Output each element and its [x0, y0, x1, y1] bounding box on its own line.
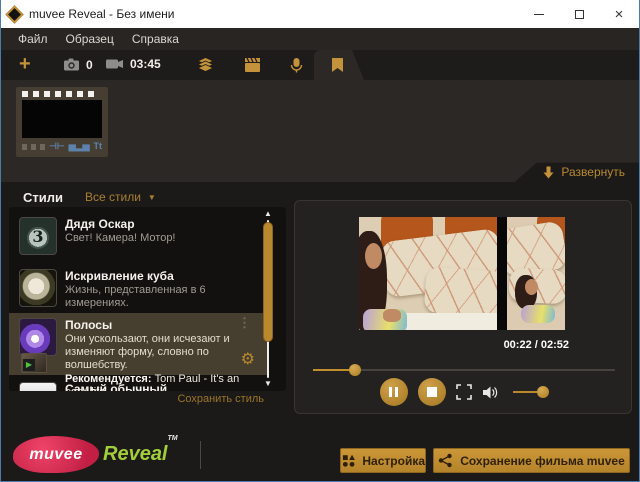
music-icon: ▅▂▅ [69, 142, 90, 151]
styles-filter-label: Все стили [85, 190, 141, 204]
footer-divider [200, 441, 201, 469]
fullscreen-icon[interactable] [456, 384, 472, 400]
logo-tm: TM [168, 435, 178, 442]
settings-button-label: Настройка [362, 454, 425, 468]
save-style-link[interactable]: Сохранить стиль [9, 393, 264, 405]
film-sprockets [22, 91, 102, 97]
window-controls: × [519, 0, 639, 28]
muvee-logo-blob: muvee [13, 436, 99, 473]
scroll-up-icon[interactable]: ▲ [262, 210, 274, 218]
clip-badges: ⊣⊢ ▅▂▅ Tt [22, 142, 102, 151]
pause-icon [389, 387, 398, 397]
style-name: Самый обычный [65, 382, 259, 391]
menu-help[interactable]: Справка [123, 29, 188, 49]
minimize-button[interactable] [519, 0, 559, 28]
save-movie-button[interactable]: Сохранение фильма muvee [433, 448, 630, 473]
playback-time: 00:22 / 02:52 [504, 339, 569, 351]
app-window: muvee Reveal - Без имени × Файл Образец … [0, 0, 640, 482]
video-frame-right [507, 217, 565, 330]
styles-list: Дядя Оскар Свет! Камера! Мотор! Искривле… [9, 207, 286, 391]
add-media-button[interactable]: + [19, 53, 31, 75]
style-desc: Они ускользают, они исчезают и изменяют … [65, 333, 259, 372]
titles-icon: Tt [94, 142, 103, 151]
video-duration: 03:45 [130, 57, 161, 71]
seek-fill [313, 369, 355, 371]
stripe-divider [497, 217, 507, 330]
brand-logo: muvee RevealTM [13, 436, 201, 473]
app-logo-icon [5, 5, 23, 23]
video-preview[interactable] [359, 217, 565, 330]
close-button[interactable]: × [599, 0, 639, 28]
item-menu-dots-icon[interactable]: ⋮ [238, 317, 251, 328]
chevron-down-icon: ▼ [148, 193, 156, 202]
close-icon: × [615, 7, 624, 22]
clapperboard-tab[interactable] [244, 57, 261, 74]
film-frame [22, 100, 102, 138]
maximize-icon [575, 10, 584, 19]
seek-knob[interactable] [349, 364, 361, 376]
style-thumbnail-stripes [19, 318, 57, 356]
expand-label: Развернуть [561, 165, 625, 179]
styles-header: Стили Все стили ▼ [1, 187, 156, 207]
microphone-tab[interactable] [288, 57, 305, 74]
minimize-icon [534, 14, 544, 15]
logo-reveal-text: RevealTM [103, 443, 178, 466]
video-camera-icon [105, 57, 124, 71]
styles-layers-tab[interactable] [197, 57, 214, 74]
styles-title: Стили [23, 190, 63, 205]
style-name: Полосы [65, 318, 259, 333]
trim-icon: ⊣⊢ [49, 142, 65, 151]
seek-slider[interactable] [313, 364, 615, 376]
volume-slider[interactable] [513, 386, 547, 398]
stop-icon [427, 387, 437, 397]
volume-knob[interactable] [537, 386, 549, 398]
play-icon[interactable]: ▶ [23, 359, 35, 371]
title-bar: muvee Reveal - Без имени × [1, 0, 639, 28]
styles-scrollbar[interactable]: ▲ ▼ [262, 210, 274, 388]
style-thumbnail-cube [19, 269, 57, 307]
video-frame-left [359, 217, 497, 330]
customize-shapes-icon [341, 453, 355, 468]
style-thumbnail-plain [19, 382, 57, 391]
menu-sample[interactable]: Образец [57, 29, 123, 49]
expand-link[interactable]: Развернуть [543, 165, 625, 179]
media-tab-bar: + 0 03:45 [1, 50, 639, 80]
style-name: Дядя Оскар [65, 217, 259, 232]
style-desc: Жизнь, представленная в 6 измерениях. [65, 284, 259, 310]
style-settings-gear-icon[interactable]: ⚙ [241, 351, 255, 367]
style-desc: Свет! Камера! Мотор! [65, 232, 259, 245]
maximize-button[interactable] [559, 0, 599, 28]
styles-filter-dropdown[interactable]: Все стили ▼ [85, 190, 156, 204]
bookmark-tab[interactable] [329, 57, 346, 74]
style-item-cube[interactable]: Искривление куба Жизнь, представленная в… [9, 264, 267, 315]
volume-icon[interactable] [482, 385, 499, 400]
photo-camera-icon [63, 57, 80, 72]
scroll-down-icon[interactable]: ▼ [262, 380, 274, 388]
menu-bar: Файл Образец Справка [1, 28, 639, 50]
stop-button[interactable] [418, 378, 446, 406]
logo-muvee-text: muvee [29, 446, 82, 464]
preview-panel: 00:22 / 02:52 [294, 200, 632, 414]
video-duration-group: 03:45 [105, 57, 161, 71]
style-item-plain[interactable]: Самый обычный [9, 377, 267, 391]
menu-file[interactable]: Файл [9, 29, 57, 49]
playback-controls [295, 377, 631, 407]
style-name: Искривление куба [65, 269, 259, 284]
clip-thumbnail[interactable]: ⊣⊢ ▅▂▅ Tt [16, 87, 108, 157]
photo-count-group: 0 [63, 57, 93, 72]
style-thumbnail-oscar [19, 217, 57, 255]
expand-down-arrow-icon [543, 166, 554, 179]
share-icon [438, 453, 453, 468]
style-item-stripes-selected[interactable]: Полосы Они ускользают, они исчезают и из… [9, 313, 267, 375]
scroll-thumb[interactable] [263, 222, 273, 342]
photo-count: 0 [86, 58, 93, 72]
style-item-oscar[interactable]: Дядя Оскар Свет! Камера! Мотор! [9, 212, 267, 260]
settings-button[interactable]: Настройка [340, 448, 426, 473]
window-title: muvee Reveal - Без имени [29, 7, 519, 21]
pause-button[interactable] [380, 378, 408, 406]
save-movie-button-label: Сохранение фильма muvee [460, 454, 625, 468]
